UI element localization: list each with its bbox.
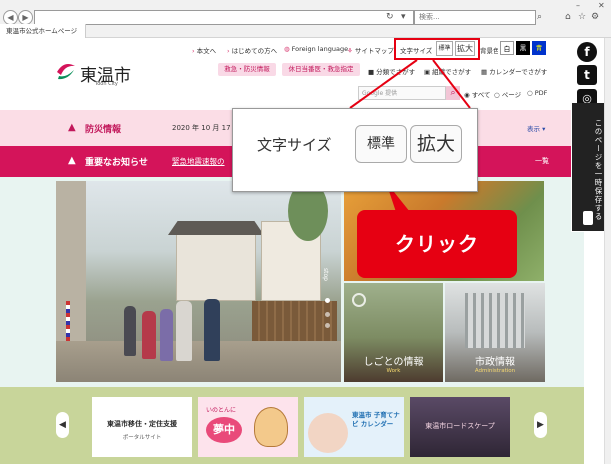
zoom-large-button: 拡大 [410,125,462,163]
zoom-callout: 文字サイズ 標準 拡大 [232,108,478,192]
click-callout: クリック [357,210,517,278]
zoom-standard-button: 標準 [355,125,407,163]
callout-arrow-lines [349,59,471,212]
zoom-font-size-label: 文字サイズ [257,136,332,154]
